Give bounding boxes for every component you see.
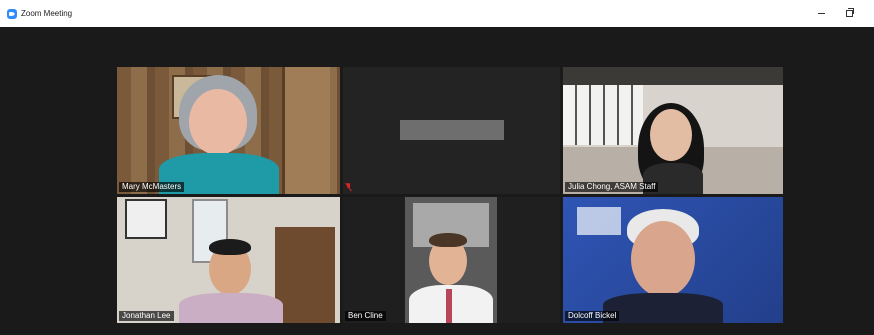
title-bar: Zoom Meeting xyxy=(0,0,874,27)
video-tile-ben-cline[interactable]: Ben Cline xyxy=(343,197,560,323)
participant-name-label: Julia Chong, ASAM Staff xyxy=(565,182,659,192)
person-suit xyxy=(603,293,723,323)
person-hair xyxy=(209,239,251,255)
gallery-view: Mary McMasters Julia Chong, ASAM Staff J… xyxy=(0,27,874,335)
person-face xyxy=(650,109,692,161)
restore-button[interactable] xyxy=(841,6,857,20)
bookshelf xyxy=(275,227,335,323)
person-hair xyxy=(429,233,467,247)
office-windows xyxy=(563,85,643,145)
minimize-icon xyxy=(817,12,825,14)
person-tie xyxy=(446,289,452,323)
microphone-muted-icon xyxy=(346,183,352,191)
video-tile-mary-mcmasters[interactable]: Mary McMasters xyxy=(117,67,340,194)
participant-name-label: Dolcoff Bickel xyxy=(565,311,620,321)
video-tile-camera-off[interactable] xyxy=(343,67,560,194)
participant-name-label: Mary McMasters xyxy=(119,182,185,192)
zoom-camera-icon xyxy=(7,9,17,19)
video-tile-jonathan-lee[interactable]: Jonathan Lee xyxy=(117,197,340,323)
participant-name-label: Ben Cline xyxy=(345,311,386,321)
window-title: Zoom Meeting xyxy=(21,9,73,18)
minimize-button[interactable] xyxy=(813,6,829,20)
shelf xyxy=(282,67,330,194)
participant-name-label: Jonathan Lee xyxy=(119,311,174,321)
person-shirt xyxy=(179,293,283,323)
capitol-logo xyxy=(577,207,621,235)
video-tile-julia-chong[interactable]: Julia Chong, ASAM Staff xyxy=(563,67,783,194)
blurred-name-placeholder xyxy=(400,120,504,140)
person-face xyxy=(631,221,695,297)
video-tile-dolcoff-bickel[interactable]: Dolcoff Bickel xyxy=(563,197,783,323)
person-face xyxy=(189,89,247,155)
restore-icon xyxy=(845,7,854,17)
wall-picture xyxy=(125,199,167,239)
